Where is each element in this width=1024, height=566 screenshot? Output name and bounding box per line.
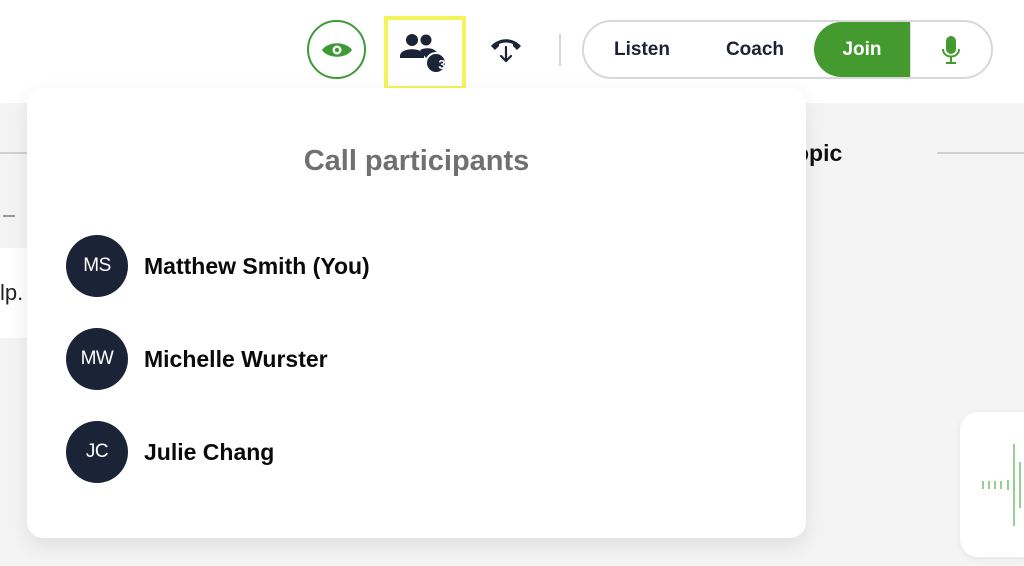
- coach-button[interactable]: Coach: [696, 22, 814, 77]
- microphone-button[interactable]: [910, 22, 991, 77]
- participant-name: Julie Chang: [144, 438, 275, 465]
- section-divider: [937, 152, 1024, 154]
- call-mode-selector: Listen Coach Join: [582, 20, 993, 79]
- participant-item[interactable]: MW Michelle Wurster: [66, 328, 328, 390]
- toolbar-divider: [559, 34, 561, 66]
- avatar: MW: [66, 328, 128, 390]
- participants-button[interactable]: 3: [384, 16, 466, 90]
- avatar: JC: [66, 421, 128, 483]
- phone-hangup-transfer-icon: [491, 39, 521, 63]
- background-dash: [3, 215, 15, 217]
- monitor-button[interactable]: [307, 20, 366, 79]
- waveform-icon: [982, 444, 1021, 526]
- audio-waveform-card: [960, 412, 1024, 557]
- participant-item[interactable]: JC Julie Chang: [66, 421, 274, 483]
- eye-icon: [321, 42, 352, 57]
- microphone-icon: [942, 35, 960, 64]
- call-participants-popover: Call participants MS Matthew Smith (You)…: [27, 88, 806, 538]
- listen-button[interactable]: Listen: [584, 22, 696, 77]
- participant-item[interactable]: MS Matthew Smith (You): [66, 235, 370, 297]
- section-divider: [0, 152, 30, 154]
- popover-title: Call participants: [303, 145, 530, 177]
- hangup-transfer-button[interactable]: [484, 28, 528, 72]
- participants-count-badge: 3: [438, 57, 446, 72]
- background-card-text: lp.: [0, 280, 24, 305]
- participant-name: Matthew Smith (You): [144, 252, 370, 279]
- join-button[interactable]: Join: [814, 22, 910, 77]
- participant-name: Michelle Wurster: [144, 345, 328, 372]
- avatar: MS: [66, 235, 128, 297]
